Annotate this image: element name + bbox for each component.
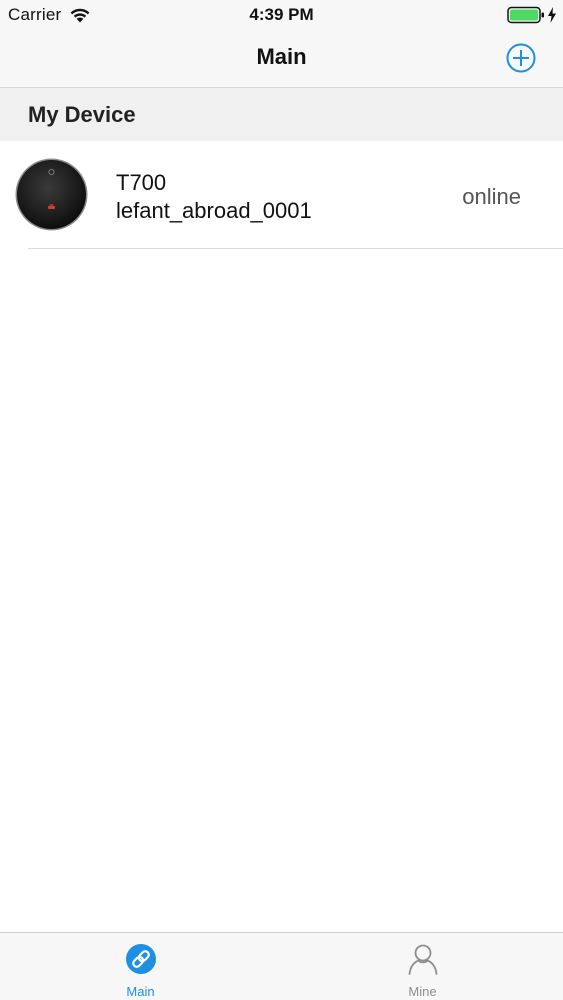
person-icon (406, 942, 440, 976)
page-title: Main (256, 44, 307, 69)
tab-main[interactable]: Main (0, 933, 281, 1000)
battery-icon (507, 6, 545, 24)
device-id: lefant_abroad_0001 (116, 198, 312, 223)
link-icon (124, 942, 158, 976)
status-time: 4:39 PM (249, 5, 314, 24)
tab-bar: Main Mine (0, 932, 563, 1000)
device-name: T700 (116, 170, 167, 195)
tab-mine-label: Mine (408, 984, 437, 999)
robot-vacuum-icon (14, 157, 89, 232)
section-header: My Device (0, 88, 563, 141)
app-screen: Carrier 4:39 PM Main My Device T700 lefa… (0, 0, 563, 1000)
tab-main-label: Main (126, 984, 155, 999)
row-divider (28, 248, 563, 249)
status-bar: Carrier 4:39 PM (0, 0, 563, 30)
charging-bolt-icon (547, 7, 557, 23)
device-row[interactable]: T700 lefant_abroad_0001 online (0, 141, 563, 249)
status-right (507, 6, 557, 24)
plus-circle-icon (506, 43, 536, 73)
section-title: My Device (28, 102, 136, 127)
add-device-button[interactable] (505, 42, 537, 74)
device-status: online (462, 184, 521, 209)
tab-mine[interactable]: Mine (282, 933, 563, 1000)
navigation-bar: Main (0, 30, 563, 88)
